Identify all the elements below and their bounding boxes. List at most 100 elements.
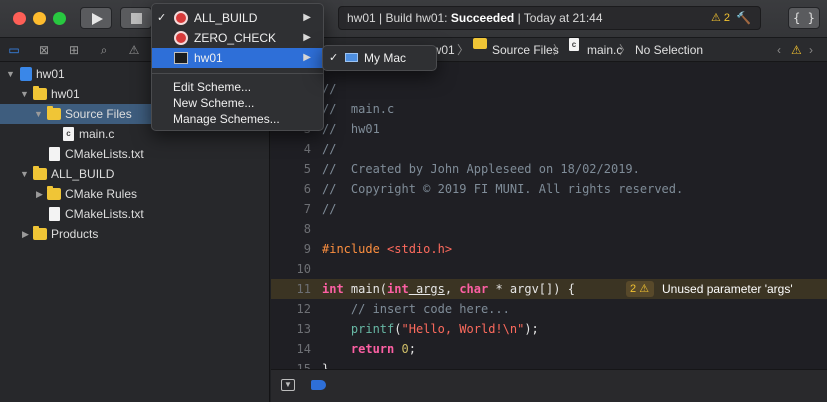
warning-icon[interactable]: ⚠ <box>126 42 142 58</box>
tree-item-all-build[interactable]: ▼ ALL_BUILD <box>0 164 270 184</box>
library-button[interactable]: { } <box>788 7 820 29</box>
warning-message[interactable]: Unused parameter 'args' <box>662 279 793 299</box>
paren-close: ); <box>524 322 539 336</box>
folder-icon <box>47 186 61 200</box>
code-line: 6 // Copyright © 2019 FI MUNI. All rights… <box>271 179 827 199</box>
code-text: printf("Hello, World!\n"); <box>322 319 539 339</box>
tree-item-products[interactable]: ▶ Products <box>0 224 270 244</box>
disclosure-collapsed-icon[interactable]: ▶ <box>36 184 46 204</box>
text-file-icon <box>49 147 60 161</box>
executable-icon <box>174 52 188 64</box>
destination-submenu: ✓ My Mac <box>322 45 437 71</box>
jump-bar-folder[interactable]: Source Files <box>492 38 559 62</box>
scheme-item-zero-check[interactable]: ZERO_CHECK ▶ <box>152 28 323 48</box>
line-number: 4 <box>303 142 311 156</box>
jump-bar-symbol[interactable]: No Selection <box>635 38 703 62</box>
code-line-warning: 11 int main(int args, char * argv[]) { 2 … <box>271 279 827 299</box>
tree-item-cmake-rules[interactable]: ▶ CMake Rules <box>0 184 270 204</box>
submenu-arrow-icon: ▶ <box>303 12 311 23</box>
code-line: 9 #include <stdio.h> <box>271 239 827 259</box>
tree-item-cmakelists[interactable]: CMakeLists.txt <box>0 144 270 164</box>
line-number: 9 <box>303 242 311 256</box>
code-text: #include <stdio.h> <box>322 239 452 259</box>
line-number: 14 <box>296 342 311 356</box>
breakpoints-toggle-icon[interactable] <box>311 380 326 390</box>
warning-icon[interactable]: ⚠ <box>791 38 802 62</box>
code-text: return 0; <box>322 339 416 359</box>
minimize-window-button[interactable] <box>33 12 46 25</box>
disclosure-expanded-icon[interactable]: ▼ <box>20 164 30 184</box>
code-line: 10 <box>271 259 827 279</box>
xcode-window: hw01 | Build hw01: Succeeded | Today at … <box>0 0 827 402</box>
disclosure-expanded-icon[interactable]: ▼ <box>20 84 30 104</box>
status-prefix: hw01 | Build hw01: <box>347 11 451 25</box>
mac-icon <box>345 53 358 62</box>
destination-label: My Mac <box>364 51 406 65</box>
tree-item-label: hw01 <box>51 87 80 101</box>
menu-separator <box>152 73 323 74</box>
chevron-right-icon[interactable]: › <box>809 38 813 62</box>
code-text: // insert code here... <box>322 302 510 316</box>
parameter-args: args <box>408 282 445 296</box>
folder-icon <box>33 166 47 180</box>
line-number: 8 <box>303 222 311 236</box>
close-window-button[interactable] <box>13 12 26 25</box>
manage-schemes-item[interactable]: Manage Schemes... <box>152 109 323 129</box>
scheme-item-all-build[interactable]: ✓ ALL_BUILD ▶ <box>152 8 323 28</box>
code-line: 7 // <box>271 199 827 219</box>
debug-bar: ▼ <box>271 369 827 402</box>
hide-debug-area-icon[interactable]: ▼ <box>281 379 295 391</box>
run-button[interactable] <box>80 7 112 29</box>
status-time: | Today at 21:44 <box>514 11 603 25</box>
code-text: // Created by John Appleseed on 18/02/20… <box>322 162 640 176</box>
checkmark-icon: ✓ <box>157 12 167 24</box>
line-number: 5 <box>303 162 311 176</box>
source-editor[interactable]: 1// 2 // main.c 3// hw01 4 // 5 // Created … <box>271 63 827 396</box>
play-icon <box>92 13 103 25</box>
code-line: 5 // Created by John Appleseed on 18/02/2… <box>271 159 827 179</box>
disclosure-collapsed-icon[interactable]: ▶ <box>22 224 32 244</box>
target-icon <box>174 11 188 25</box>
code-text: // Copyright © 2019 FI MUNI. All rights … <box>322 182 684 196</box>
target-icon <box>174 31 188 45</box>
code-line: 12 // insert code here... <box>271 299 827 319</box>
text-file-icon <box>49 207 60 221</box>
line-number: 11 <box>296 282 311 296</box>
warning-count: 2 <box>630 283 637 295</box>
hierarchy-icon[interactable]: ⊞ <box>66 42 82 58</box>
tree-item-label: ALL_BUILD <box>51 167 115 181</box>
zoom-window-button[interactable] <box>53 12 66 25</box>
tree-item-cmakelists[interactable]: CMakeLists.txt <box>0 204 270 224</box>
folder-icon <box>47 106 61 120</box>
tree-item-label: Products <box>51 227 99 241</box>
stop-button[interactable] <box>120 7 152 29</box>
checkmark-icon: ✓ <box>329 52 339 64</box>
jump-bar-file[interactable]: main.c <box>587 38 622 62</box>
hammer-icon: 🔨 <box>736 11 751 25</box>
line-number: 13 <box>296 322 311 336</box>
code-text: // main.c <box>322 102 395 116</box>
chevron-left-icon[interactable]: ‹ <box>777 38 781 62</box>
line-number: 6 <box>303 182 311 196</box>
include-directive: #include <box>322 242 380 256</box>
folder-icon[interactable]: ▭ <box>6 42 22 58</box>
folder-icon <box>33 86 47 100</box>
source-control-icon[interactable]: ⊠ <box>36 42 52 58</box>
code-line: 13 printf("Hello, World!\n"); <box>271 319 827 339</box>
keyword: int <box>322 282 344 296</box>
code-text: // <box>322 202 337 216</box>
scheme-item-label: ZERO_CHECK <box>194 31 277 45</box>
code-line: 3// hw01 <box>271 119 827 139</box>
code-line: 14 return 0; <box>271 339 827 359</box>
search-icon[interactable]: ⌕ <box>96 42 112 58</box>
disclosure-expanded-icon[interactable]: ▼ <box>34 104 44 124</box>
parameter-argv: * argv[]) { <box>488 282 575 296</box>
menu-item-label: Manage Schemes... <box>173 112 280 126</box>
scheme-item-hw01[interactable]: hw01 ▶ <box>152 48 323 68</box>
code-line: 1// <box>271 79 827 99</box>
warning-badge[interactable]: 2 ⚠ <box>626 281 654 297</box>
status-warnings[interactable]: ⚠ 2 <box>711 7 730 29</box>
status-result: Succeeded <box>450 11 515 25</box>
disclosure-expanded-icon[interactable]: ▼ <box>6 64 16 84</box>
